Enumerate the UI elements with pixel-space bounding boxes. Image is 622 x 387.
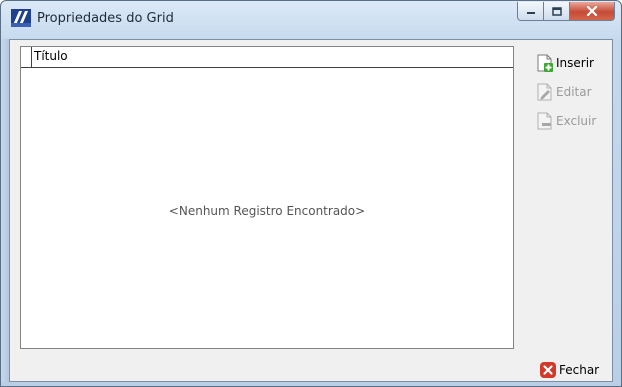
- fechar-button[interactable]: Fechar: [540, 359, 599, 381]
- window-controls: [517, 2, 615, 22]
- excluir-button[interactable]: Excluir: [537, 110, 596, 132]
- new-document-icon: [537, 54, 553, 72]
- delete-document-icon: [537, 112, 552, 130]
- dialog-window: Propriedades do Grid Título <Nenhum Regi…: [0, 0, 622, 387]
- frame-border: [1, 39, 9, 382]
- maximize-icon: [551, 6, 562, 16]
- grid-header: Título: [21, 47, 513, 68]
- window-title: Propriedades do Grid: [37, 11, 174, 26]
- fechar-label: Fechar: [559, 363, 600, 377]
- data-grid[interactable]: Título <Nenhum Registro Encontrado>: [20, 46, 514, 349]
- inserir-label: Inserir: [556, 56, 594, 70]
- close-icon: [586, 6, 598, 16]
- title-bar[interactable]: Propriedades do Grid: [1, 1, 621, 35]
- minimize-icon: [526, 12, 535, 14]
- inserir-button[interactable]: Inserir: [537, 52, 594, 74]
- excluir-label: Excluir: [556, 114, 597, 128]
- editar-button[interactable]: Editar: [537, 81, 592, 103]
- maximize-button[interactable]: [544, 2, 570, 21]
- column-header-titulo[interactable]: Título: [34, 49, 68, 63]
- close-button[interactable]: [570, 2, 615, 21]
- edit-document-icon: [537, 83, 552, 101]
- app-logo-icon: [11, 9, 31, 27]
- minimize-button[interactable]: [517, 2, 544, 21]
- dialog-client-area: Título <Nenhum Registro Encontrado> Inse…: [9, 39, 613, 382]
- editar-label: Editar: [556, 85, 592, 99]
- close-circle-icon: [540, 362, 556, 378]
- row-indicator-header: [21, 47, 32, 67]
- empty-state-message: <Nenhum Registro Encontrado>: [168, 204, 366, 218]
